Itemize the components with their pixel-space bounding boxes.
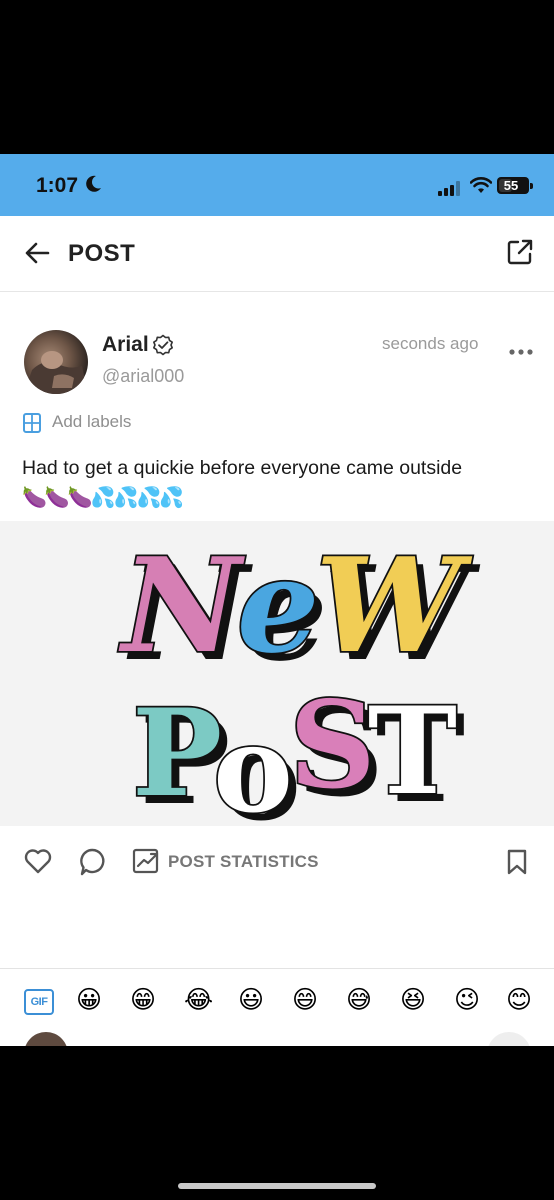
emoji-blush[interactable]: 😊: [506, 985, 532, 1015]
more-options-icon[interactable]: [509, 343, 533, 361]
letter-o: o: [213, 699, 293, 826]
letter-e: e: [237, 529, 320, 682]
comment-icon[interactable]: [78, 847, 106, 882]
post-image[interactable]: NeW NeW PoST PoST: [0, 521, 554, 848]
status-bar: 1:07 55: [0, 154, 554, 216]
verified-badge-icon: [152, 334, 174, 361]
battery-icon: 55: [497, 177, 533, 194]
gif-button[interactable]: GIF: [24, 989, 54, 1015]
home-indicator[interactable]: [178, 1183, 376, 1189]
label-tag-icon: [22, 412, 42, 439]
svg-text:PoST: PoST: [132, 675, 457, 826]
author-handle[interactable]: @arial000: [102, 366, 184, 387]
post-text: Had to get a quickie before everyone cam…: [22, 457, 463, 479]
post-emojis: 🍆🍆🍆💦💦💦💦: [22, 487, 184, 509]
app-screen: 1:07 55 POST Arial @arial000 seconds ago…: [0, 154, 554, 1046]
emoji-smiley[interactable]: 😃: [238, 985, 264, 1015]
emoji-bar: GIF 😀 😁 😂 😃 😄 😅 😆 😉 😊: [0, 968, 554, 1046]
author-name[interactable]: Arial: [102, 333, 149, 357]
cellular-signal-icon: [438, 180, 462, 196]
page-title: POST: [68, 240, 136, 267]
status-time: 1:07: [36, 174, 79, 197]
back-arrow-icon[interactable]: [24, 240, 50, 271]
post-actions: POST STATISTICS: [0, 844, 554, 884]
moon-icon: [86, 175, 102, 198]
new-post-graphic: NeW NeW PoST PoST: [116, 527, 480, 848]
add-labels-text: Add labels: [52, 412, 132, 431]
post-timestamp: seconds ago: [382, 334, 479, 353]
emoji-joy[interactable]: 😂: [184, 985, 213, 1015]
letter-W: W: [316, 529, 473, 682]
emoji-smile[interactable]: 😄: [292, 985, 318, 1015]
letter-T: T: [368, 681, 457, 822]
post-statistics-button[interactable]: POST STATISTICS: [168, 852, 319, 872]
statistics-icon[interactable]: [132, 848, 160, 879]
battery-percent: 55: [503, 178, 519, 193]
avatar[interactable]: [24, 330, 88, 394]
letter-S: S: [289, 675, 376, 816]
share-icon[interactable]: [506, 238, 534, 271]
letter-P: P: [132, 683, 220, 824]
emoji-grinning[interactable]: 😀: [76, 985, 102, 1015]
bookmark-icon[interactable]: [506, 849, 528, 880]
emoji-sweat-smile[interactable]: 😅: [346, 985, 372, 1015]
emoji-beaming[interactable]: 😁: [130, 985, 156, 1015]
emoji-wink[interactable]: 😉: [454, 985, 480, 1015]
emoji-laughing[interactable]: 😆: [400, 985, 426, 1015]
wifi-icon: [469, 176, 493, 199]
letter-N: N: [118, 529, 245, 682]
top-bar: POST: [0, 216, 554, 292]
svg-text:NeW: NeW: [118, 529, 473, 682]
heart-icon[interactable]: [24, 848, 52, 879]
